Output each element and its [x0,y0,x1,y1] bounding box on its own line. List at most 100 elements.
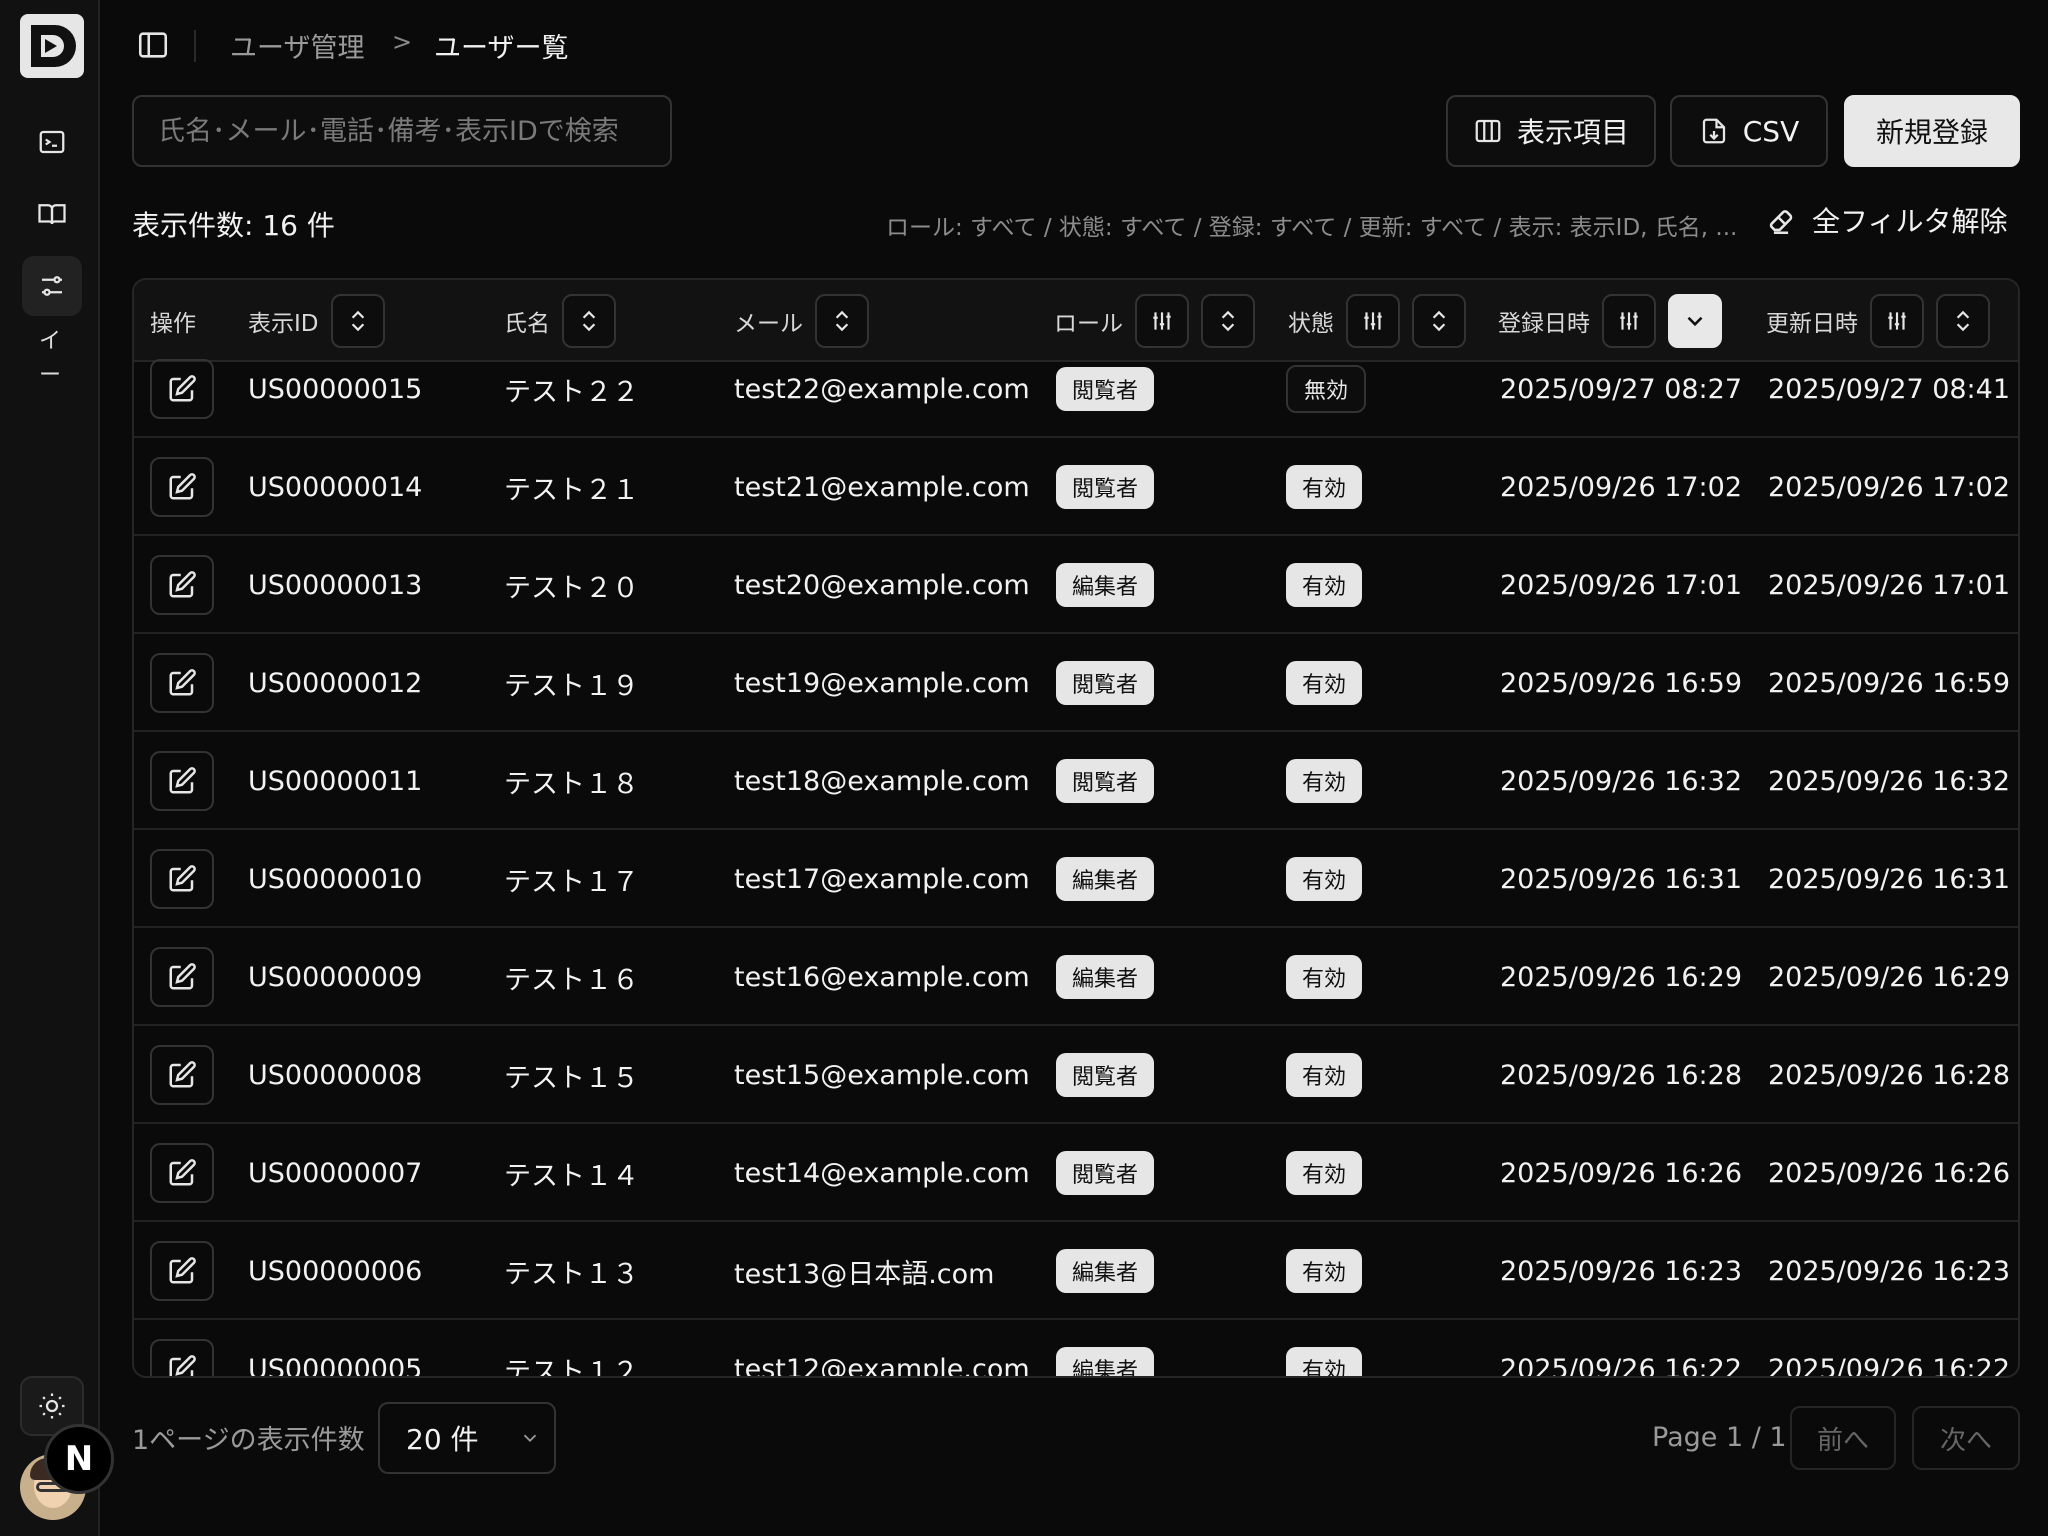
sort-icon [1221,310,1235,332]
edit-button[interactable] [150,555,214,615]
id-text: US00000008 [248,1059,423,1091]
cell-email: test19@example.com [734,634,1030,732]
cell-email: test20@example.com [734,536,1030,634]
edit-button[interactable] [150,1143,214,1203]
edit-button[interactable] [150,653,214,713]
status-badge: 有効 [1286,1151,1363,1195]
edit-button[interactable] [150,751,214,811]
search-field[interactable] [132,95,672,167]
created-text: 2025/09/26 16:28 [1500,1059,1743,1091]
sidebar-toggle-icon[interactable] [136,28,170,62]
sort-icon [1432,310,1446,332]
header-id-label: 表示ID [248,311,319,337]
breadcrumb-current: ユーザー覧 [434,33,569,64]
email-text: test18@example.com [734,765,1030,797]
edit-icon [169,1159,196,1186]
status-badge: 有効 [1286,661,1363,705]
name-text: テスト２０ [504,572,639,604]
status-badge: 有効 [1286,1053,1363,1097]
cell-status: 無効 [1286,340,1367,438]
chevron-down-icon [523,1434,536,1443]
email-text: test13@日本語.com [734,1258,995,1290]
created-text: 2025/09/26 17:02 [1500,471,1743,503]
cell-id: US00000008 [248,1026,422,1124]
csv-button-label: CSV [1742,114,1800,148]
name-text: テスト１６ [504,964,639,996]
edit-button[interactable] [150,1241,214,1301]
cell-role: 編集者 [1056,830,1155,928]
edit-button[interactable] [150,1045,214,1105]
edit-button[interactable] [150,359,214,419]
edit-button[interactable] [150,947,214,1007]
cell-email: test13@日本語.com [734,1222,994,1320]
next-page-button[interactable]: 次へ [1912,1406,2020,1470]
sidebar-item-settings[interactable] [22,256,82,316]
cell-created: 2025/09/26 16:29 [1500,928,1742,1026]
columns-button[interactable]: 表示項目 [1446,95,1656,167]
edit-button[interactable] [150,849,214,909]
sort-icon [351,310,364,332]
table-row: US00000015 テスト２２ test22@example.com 閲覧者 無効 20… [134,340,2018,438]
role-badge: 編集者 [1056,955,1155,999]
updated-text: 2025/09/26 16:23 [1768,1255,2011,1287]
cell-updated: 2025/09/26 16:29 [1768,928,2010,1026]
cell-name: テスト１８ [504,732,639,830]
cell-id: US00000009 [248,928,422,1026]
user-initial-badge[interactable]: N [44,1424,114,1494]
cell-id: US00000006 [248,1222,422,1320]
created-text: 2025/09/26 16:59 [1500,667,1743,699]
status-badge: 有効 [1286,857,1363,901]
cell-name: テスト１２ [504,1320,639,1377]
table-row: US00000013 テスト２０ test20@example.com 編集者 有効 20… [134,536,2018,634]
updated-text: 2025/09/26 16:26 [1768,1157,2011,1189]
cell-role: 閲覧者 [1056,438,1155,536]
cell-email: test15@example.com [734,1026,1030,1124]
search-input[interactable] [158,115,646,147]
name-text: テスト２１ [504,474,639,506]
cell-created: 2025/09/26 16:31 [1500,830,1742,928]
updated-text: 2025/09/26 16:28 [1768,1059,2011,1091]
new-register-button[interactable]: 新規登録 [1844,95,2020,167]
sidebar-char-2: ー [38,363,61,388]
users-table: 操作 表示ID 氏名 メール ロール 状態 登録日時 更新日時 US000000… [132,278,2020,1378]
cell-updated: 2025/09/26 16:26 [1768,1124,2010,1222]
cell-name: テスト１４ [504,1124,639,1222]
breadcrumb-parent[interactable]: ユーザ管理 [230,26,364,65]
name-text: テスト１７ [504,866,639,898]
eraser-icon [1769,210,1793,235]
updated-text: 2025/09/26 17:01 [1768,569,2011,601]
filter-sliders-icon [1620,312,1638,330]
edit-button[interactable] [150,1339,214,1376]
email-text: test20@example.com [734,569,1030,601]
breadcrumb-separator: > [392,28,413,56]
per-page-value: 20 件 [406,1423,479,1456]
clear-filters-button[interactable]: 全フィルタ解除 [1764,200,2007,240]
sidebar-item-docs[interactable] [22,184,82,244]
edit-icon [169,1257,196,1284]
header-role-label: ロール [1054,311,1123,337]
cell-email: test17@example.com [734,830,1030,928]
columns-icon [1475,119,1501,143]
updated-text: 2025/09/26 16:31 [1768,863,2011,895]
id-text: US00000009 [248,961,423,993]
cell-name: テスト１５ [504,1026,639,1124]
cell-status: 有効 [1286,1026,1363,1124]
prev-page-button[interactable]: 前へ [1790,1406,1896,1470]
updated-text: 2025/09/26 16:29 [1768,961,2011,993]
csv-button[interactable]: CSV [1670,95,1828,167]
cell-role: 閲覧者 [1056,634,1155,732]
sidebar-item-console[interactable] [22,112,82,172]
cell-name: テスト１３ [504,1222,639,1320]
table-row: US00000014 テスト２１ test21@example.com 閲覧者 有効 20… [134,438,2018,536]
cell-updated: 2025/09/26 16:59 [1768,634,2010,732]
role-badge: 編集者 [1056,857,1155,901]
edit-button[interactable] [150,457,214,517]
sort-icon [1956,310,1970,332]
role-badge: 閲覧者 [1056,465,1155,509]
chevron-down-icon [1687,316,1703,327]
per-page-select[interactable]: 20 件 [378,1402,556,1474]
cell-email: test21@example.com [734,438,1030,536]
cell-status: 有効 [1286,732,1363,830]
name-text: テスト１４ [504,1160,639,1192]
app-logo[interactable] [20,14,84,78]
